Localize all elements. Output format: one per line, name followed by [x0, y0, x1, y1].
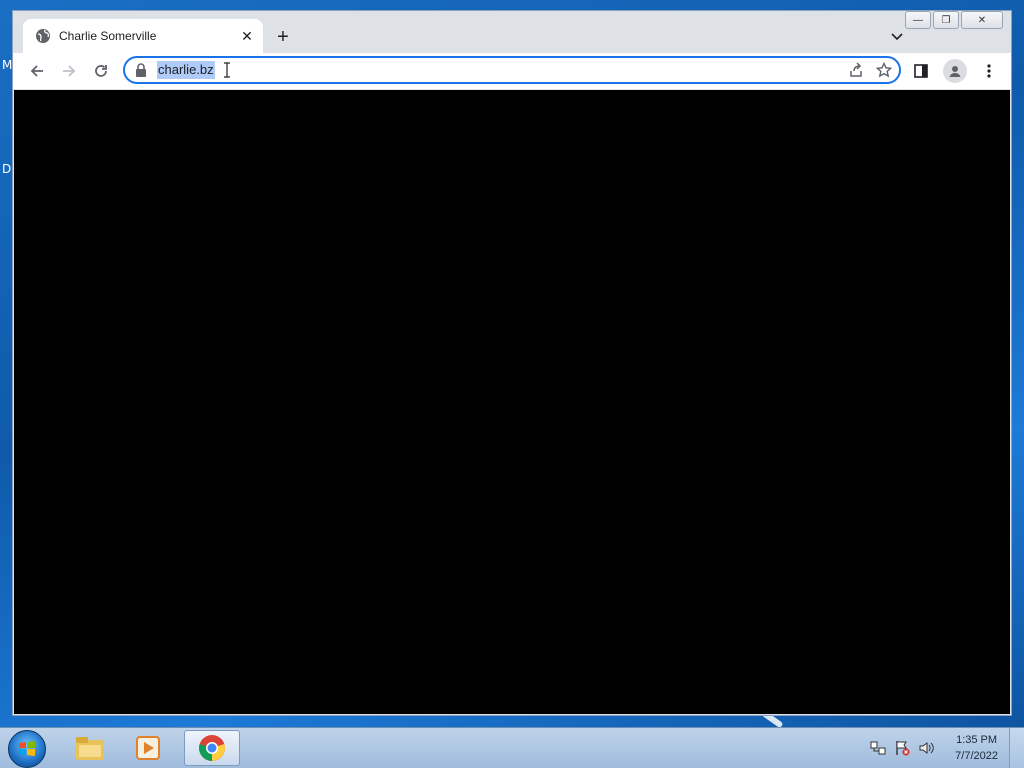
- close-icon: ✕: [977, 14, 987, 26]
- system-tray: [870, 740, 934, 756]
- start-button[interactable]: [8, 730, 46, 768]
- side-panel-button[interactable]: [909, 59, 933, 83]
- menu-button[interactable]: [977, 59, 1001, 83]
- plus-icon: +: [277, 25, 289, 48]
- chevron-down-icon: [891, 33, 903, 41]
- share-button[interactable]: [847, 61, 865, 79]
- show-desktop-button[interactable]: [1009, 728, 1024, 768]
- taskbar: 1:35 PM 7/7/2022: [0, 727, 1024, 768]
- share-icon: [850, 62, 862, 77]
- text-cursor-icon: [223, 62, 231, 78]
- profile-icon: [949, 66, 961, 77]
- restore-button[interactable]: ❐: [933, 11, 959, 29]
- forward-button[interactable]: [57, 59, 81, 83]
- taskbar-file-explorer[interactable]: [62, 730, 118, 766]
- tab-charlie-somerville[interactable]: Charlie Somerville ✕: [23, 19, 263, 53]
- restore-icon: ❐: [941, 14, 951, 26]
- browser-toolbar: charlie.bz: [13, 53, 1011, 89]
- desktop-label-m: M: [2, 58, 13, 72]
- action-center-tray-button[interactable]: [894, 740, 910, 756]
- windows-start-icon: [19, 741, 35, 756]
- page-content[interactable]: [14, 90, 1010, 714]
- minimize-button[interactable]: —: [905, 11, 931, 29]
- media-player-icon: [136, 736, 160, 760]
- browser-window: — ❐ ✕ Charlie Somerville ✕ + charlie.bz: [12, 10, 1012, 716]
- volume-icon: [919, 742, 934, 754]
- profile-button[interactable]: [943, 59, 967, 83]
- reload-icon: [95, 65, 107, 77]
- volume-tray-button[interactable]: [918, 740, 934, 756]
- clock-time: 1:35 PM: [956, 734, 998, 746]
- minimize-icon: —: [913, 14, 923, 26]
- taskbar-media-player[interactable]: [120, 730, 176, 766]
- side-panel-icon: [914, 64, 928, 78]
- desktop-label-d: D: [2, 162, 12, 176]
- kebab-menu-icon: [987, 64, 991, 78]
- window-controls: — ❐ ✕: [905, 11, 1003, 29]
- taskbar-chrome[interactable]: [184, 730, 240, 766]
- reload-button[interactable]: [89, 59, 113, 83]
- network-tray-button[interactable]: [870, 740, 886, 756]
- tab-search-button[interactable]: [887, 27, 907, 47]
- tab-close-button[interactable]: ✕: [237, 26, 257, 46]
- action-center-flag-icon: [896, 741, 910, 756]
- forward-arrow-icon: [63, 65, 76, 77]
- new-tab-button[interactable]: +: [271, 25, 295, 49]
- network-icon: [870, 741, 886, 755]
- close-icon: ✕: [241, 27, 253, 44]
- address-url[interactable]: charlie.bz: [157, 61, 215, 79]
- close-window-button[interactable]: ✕: [961, 11, 1003, 29]
- tab-title: Charlie Somerville: [59, 29, 157, 43]
- taskbar-clock[interactable]: 1:35 PM 7/7/2022: [955, 732, 998, 764]
- lock-icon[interactable]: [135, 63, 149, 77]
- bookmark-button[interactable]: [875, 61, 893, 79]
- globe-icon: [35, 28, 51, 44]
- chrome-icon: [199, 735, 225, 761]
- star-icon: [876, 62, 892, 78]
- back-arrow-icon: [30, 65, 43, 77]
- file-explorer-icon: [76, 737, 104, 760]
- back-button[interactable]: [25, 59, 49, 83]
- address-bar[interactable]: charlie.bz: [123, 56, 901, 84]
- clock-date: 7/7/2022: [955, 750, 998, 762]
